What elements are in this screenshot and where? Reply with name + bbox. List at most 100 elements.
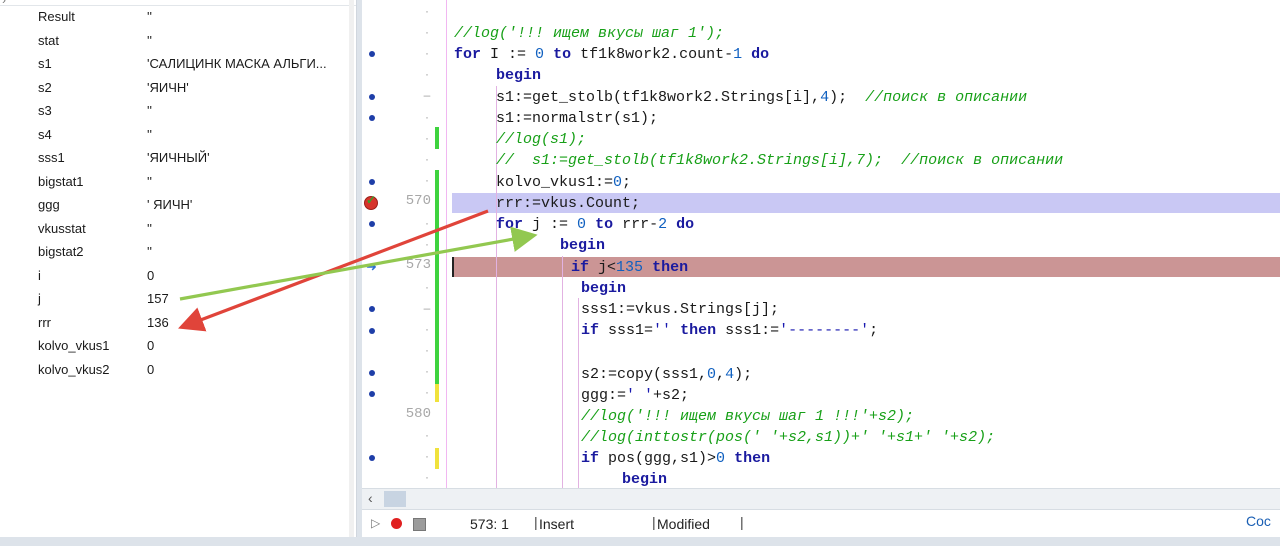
watch-row[interactable]: s3 '' [0, 100, 350, 123]
gutter-dot: · [425, 67, 429, 81]
code-line: rrr:=vkus.Count; [496, 195, 641, 212]
watch-value: 'САЛИЦИНК МАСКА АЛЬГИ... [147, 56, 327, 71]
breakpoint-icon[interactable] [369, 94, 375, 100]
code-line: begin [581, 280, 627, 297]
editor-horizontal-scrollbar[interactable]: ‹ [362, 488, 1280, 510]
watch-value: 'ЯИЧНЫЙ' [147, 150, 210, 165]
block-guide [562, 256, 563, 488]
breakpoint-icon[interactable] [369, 51, 375, 57]
code-line: //log('!!! ищем вкусы шаг 1 !!!'+s2); [581, 408, 915, 425]
watch-name: kolvo_vkus2 [38, 361, 110, 377]
gutter-dot: · [425, 428, 429, 442]
watch-row[interactable]: sss1 'ЯИЧНЫЙ' [0, 147, 350, 170]
watch-value: '' [147, 220, 152, 236]
watch-name: kolvo_vkus1 [38, 338, 110, 353]
change-bar [435, 127, 439, 149]
gutter-dot: · [425, 131, 429, 145]
watch-row[interactable]: rrr 136 [0, 312, 350, 335]
code-line: s2:=copy(sss1,0,4); [581, 366, 753, 383]
watch-name: s1 [38, 56, 52, 71]
cursor-position: 573: 1 [470, 516, 509, 532]
watch-row[interactable]: kolvo_vkus2 0 [0, 359, 350, 382]
watch-value: 0 [147, 361, 155, 377]
watch-row[interactable]: bigstat2 '' [0, 241, 350, 264]
watch-row[interactable]: ggg ' ЯИЧН' [0, 194, 350, 217]
code-line: begin [622, 471, 668, 488]
change-bar [435, 448, 439, 469]
gutter-dot: · [425, 173, 429, 187]
line-number-580: 580 [405, 406, 431, 422]
code-line: for j := 0 to rrr-2 do [496, 216, 695, 233]
run-play-icon[interactable]: ▷ [371, 516, 380, 530]
watch-name: s3 [38, 103, 52, 118]
gutter-dot: · [425, 216, 429, 230]
watch-value: 0 [147, 338, 155, 353]
code-line: if j<135 then [571, 259, 689, 276]
breakpoint-icon[interactable] [369, 370, 375, 376]
code-line: kolvo_vkus1:=0; [496, 174, 632, 191]
code-line: if pos(ggg,s1)>0 then [581, 450, 771, 467]
watch-row[interactable]: s1 'САЛИЦИНК МАСКА АЛЬГИ... [0, 53, 350, 76]
watch-row[interactable]: bigstat1 '' [0, 171, 350, 194]
watch-value: '' [147, 244, 152, 259]
watch-name: vkusstat [38, 220, 86, 236]
watch-name: rrr [38, 314, 51, 330]
code-line: //log(s1); [496, 131, 587, 148]
stop-icon[interactable] [413, 518, 426, 531]
watch-value: 'ЯИЧН' [147, 79, 189, 95]
watch-value: '' [147, 126, 152, 142]
change-bar [435, 170, 439, 384]
watch-row[interactable]: j 157 [0, 288, 350, 311]
watch-row[interactable]: stat '' [0, 30, 350, 53]
code-line: begin [560, 237, 606, 254]
breakpoint-icon[interactable] [369, 391, 375, 397]
watch-value: 157 [147, 291, 169, 306]
watch-name: j [38, 291, 41, 306]
watch-name: s2 [38, 79, 52, 95]
code-line: //log(inttostr(pos(' '+s2,s1))+' '+s1+' … [581, 429, 996, 446]
code-line: s1:=get_stolb(tf1k8work2.Strings[i],4); … [496, 89, 1028, 106]
gutter-dot: · [425, 280, 429, 294]
watch-name: bigstat1 [38, 173, 84, 189]
encoding-label[interactable]: Coc [1246, 513, 1271, 529]
breakpoint-icon[interactable] [369, 115, 375, 121]
watch-row[interactable]: s4 '' [0, 124, 350, 147]
editor-margin-line [446, 0, 447, 488]
gutter-dot: · [425, 449, 429, 463]
scroll-left-arrow-icon[interactable]: ‹ [368, 490, 373, 506]
gutter-dash: – [423, 88, 431, 102]
watch-row[interactable]: s2 'ЯИЧН' [0, 77, 350, 100]
watch-panel: › Result '' stat '' s1 'САЛИЦИНК МАСКА АЛЬГИ.… [0, 0, 357, 537]
code-line: if sss1='' then sss1:='--------'; [581, 322, 879, 339]
watch-name: i [38, 267, 41, 283]
breakpoint-icon[interactable] [369, 328, 375, 334]
insert-mode[interactable]: Insert [539, 516, 574, 532]
watch-row[interactable]: Result '' [0, 6, 350, 29]
bottom-band [0, 537, 1280, 546]
scrollbar-thumb[interactable] [384, 491, 406, 507]
change-bar [435, 384, 439, 402]
block-guide [578, 298, 579, 488]
text-caret [452, 257, 454, 277]
watch-scrollbar[interactable] [349, 0, 354, 537]
gutter-dot: · [425, 385, 429, 399]
watch-value: '' [147, 9, 152, 24]
breakpoint-icon[interactable] [369, 306, 375, 312]
code-line: //log('!!! ищем вкусы шаг 1'); [454, 25, 725, 42]
watch-name: s4 [38, 126, 52, 142]
gutter-dash: – [423, 301, 431, 315]
watch-name: sss1 [38, 150, 65, 165]
breakpoint-icon[interactable] [369, 455, 375, 461]
watch-value: '' [147, 103, 152, 118]
editor-status-bar: ▷ 573: 1 | Insert | Modified | Coc [362, 509, 1280, 538]
code-line: begin [496, 67, 542, 84]
breakpoint-icon[interactable] [369, 221, 375, 227]
active-breakpoint-icon[interactable]: ✓ [364, 193, 378, 210]
watch-row[interactable]: kolvo_vkus1 0 [0, 335, 350, 358]
watch-row[interactable]: vkusstat '' [0, 218, 350, 241]
record-icon[interactable] [391, 518, 402, 529]
watch-row[interactable]: i0 [0, 265, 350, 288]
breakpoint-icon[interactable] [369, 179, 375, 185]
code-line: sss1:=vkus.Strings[j]; [581, 301, 780, 318]
gutter-dot: · [425, 46, 429, 60]
